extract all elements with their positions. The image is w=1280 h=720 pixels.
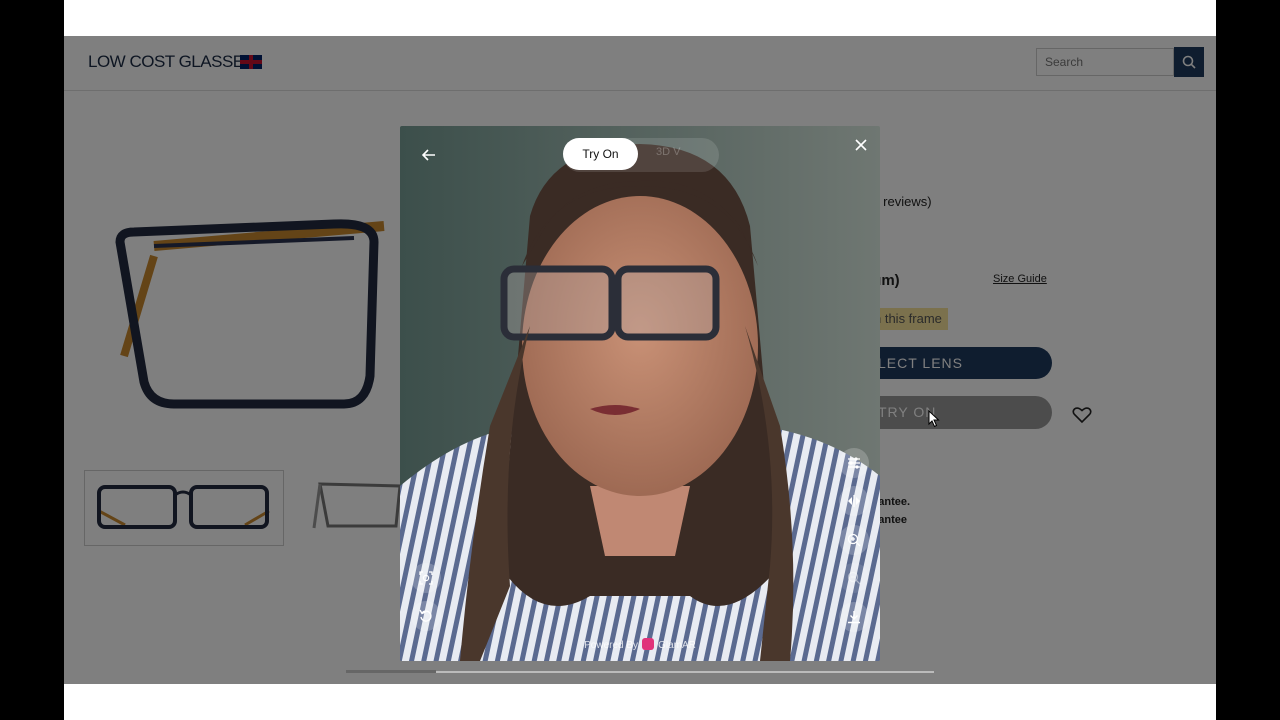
product-page: LOW COST GLASSES Search	[64, 36, 1216, 684]
zoom-in-icon	[847, 533, 861, 547]
back-arrow-icon	[422, 149, 435, 161]
browser-frame: LOW COST GLASSES Search	[64, 0, 1216, 720]
glamar-logo-icon	[642, 638, 655, 650]
close-button[interactable]	[850, 134, 872, 156]
cursor-icon	[928, 410, 940, 428]
adjust-button[interactable]	[839, 448, 869, 478]
glamar-brand: GlamAR	[658, 640, 696, 651]
scrollbar-thumb[interactable]	[346, 670, 436, 673]
reset-button[interactable]	[411, 601, 441, 631]
tab-3d-view[interactable]: 3D V	[656, 146, 680, 158]
mirror-button[interactable]	[839, 486, 869, 516]
virtual-try-on-modal: Try On 3D V Powered By GlamAR	[400, 126, 880, 661]
download-button[interactable]	[839, 602, 869, 632]
powered-by-label: Powered By	[584, 640, 639, 651]
tab-try-on[interactable]: Try On	[563, 138, 638, 170]
close-icon	[855, 139, 867, 151]
powered-by-footer: Powered By GlamAR	[400, 638, 880, 651]
zoom-out-button[interactable]	[839, 563, 869, 593]
face-scan-icon	[419, 571, 433, 585]
camera-feed	[400, 126, 880, 661]
gallery-scrollbar[interactable]	[346, 670, 934, 673]
face-scan-button[interactable]	[411, 563, 441, 593]
mirror-icon	[848, 495, 860, 507]
zoom-in-button[interactable]	[839, 525, 869, 555]
download-icon	[848, 611, 860, 624]
back-button[interactable]	[414, 140, 444, 170]
reset-icon	[419, 609, 432, 622]
sliders-icon	[848, 457, 860, 469]
zoom-out-icon	[847, 571, 861, 585]
